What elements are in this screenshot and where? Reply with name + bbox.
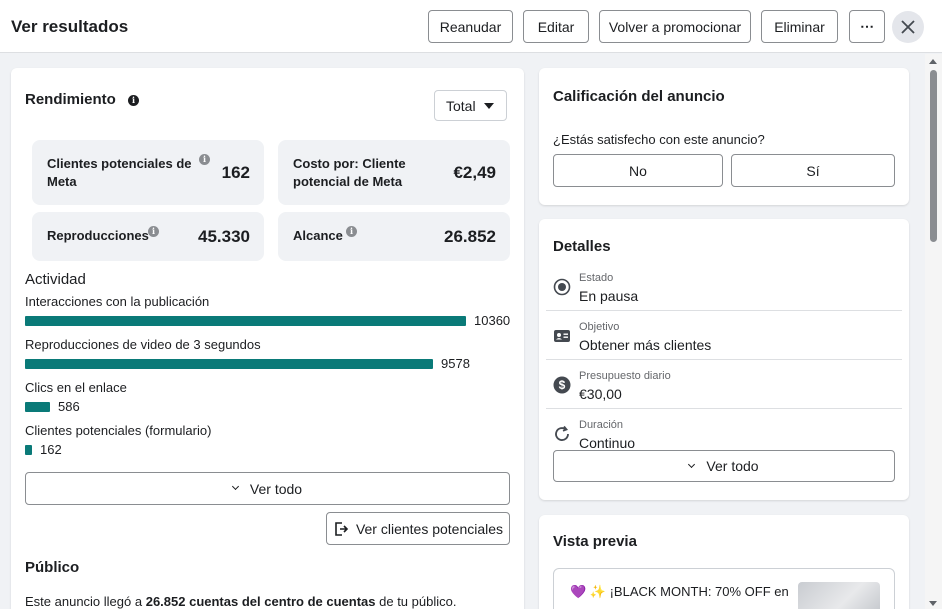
detail-label: Presupuesto diario [579, 370, 671, 382]
ad-preview-thumbnail [798, 582, 880, 609]
info-icon[interactable]: i [128, 95, 140, 106]
activity-bar [25, 445, 32, 455]
activity-bar-label: Interacciones con la publicación [25, 294, 210, 309]
svg-text:$: $ [559, 378, 566, 392]
scrollbar-thumb[interactable] [930, 70, 937, 242]
content-area: Rendimiento i Total Clientes potenciales… [0, 54, 942, 609]
preview-title: Vista previa [553, 533, 637, 550]
metric-value: €2,49 [453, 163, 496, 182]
activity-bar-label: Reproducciones de video de 3 segundos [25, 337, 261, 352]
see-all-label: Ver todo [706, 458, 759, 474]
activity-bar-value: 162 [40, 442, 62, 457]
metric-reach: Alcance i 26.852 [278, 212, 510, 261]
metric-label: Costo por: Cliente potencial de Meta [293, 156, 406, 189]
scroll-up-arrow-icon[interactable] [929, 59, 937, 64]
metric-label: Reproducciones [47, 228, 149, 243]
more-icon: ⋯ [860, 18, 874, 34]
see-leads-label: Ver clientes potenciales [355, 520, 504, 537]
rating-question: ¿Estás satisfecho con este anuncio? [553, 132, 765, 147]
close-button[interactable] [892, 11, 924, 43]
activity-bar-value: 9578 [441, 356, 470, 371]
audience-sentence: Este anuncio llegó a 26.852 cuentas del … [25, 594, 456, 609]
details-see-all-button[interactable]: Ver todo [553, 450, 895, 482]
activity-bar-value: 10360 [474, 313, 511, 328]
rating-no-button[interactable]: No [553, 154, 723, 187]
metric-leads: Clientes potenciales de Meta i 162 [32, 140, 264, 205]
activity-title: Actividad [25, 271, 86, 288]
performance-title: Rendimiento i [25, 91, 140, 108]
more-options-button[interactable]: ⋯ [849, 10, 885, 43]
chevron-down-icon [231, 482, 239, 491]
rating-title: Calificación del anuncio [553, 88, 725, 105]
audience-title: Público [25, 559, 80, 576]
metric-value: 45.330 [198, 227, 250, 246]
activity-bar [25, 402, 50, 412]
detail-row-status: Estado En pausa [546, 262, 902, 311]
audience-prefix: Este anuncio llegó a [25, 594, 143, 609]
delete-button[interactable]: Eliminar [761, 10, 838, 43]
details-title: Detalles [553, 238, 611, 255]
metric-plays: Reproducciones i 45.330 [32, 212, 264, 261]
detail-label: Estado [579, 272, 614, 284]
metric-label: Clientes potenciales de Meta [47, 156, 192, 189]
metric-label: Alcance [293, 228, 343, 243]
scrollbar[interactable] [925, 54, 942, 609]
activity-bar-label: Clics en el enlace [25, 380, 127, 395]
dropdown-value: Total [446, 97, 476, 114]
detail-value: €30,00 [579, 386, 622, 402]
refresh-icon [555, 425, 569, 441]
info-icon[interactable]: i [346, 226, 357, 237]
detail-value: Continuo [579, 435, 636, 451]
scroll-down-arrow-icon[interactable] [929, 601, 937, 606]
detail-value: Obtener más clientes [579, 337, 712, 353]
detail-label: Objetivo [579, 321, 620, 333]
performance-title-text: Rendimiento [25, 91, 116, 108]
metric-value: 26.852 [444, 227, 496, 246]
id-card-icon [554, 330, 570, 342]
audience-bold: 26.852 cuentas del centro de cuentas [145, 594, 376, 609]
detail-row-budget: $ Presupuesto diario €30,00 [546, 360, 902, 409]
info-icon[interactable]: i [199, 154, 210, 165]
info-icon[interactable]: i [148, 226, 159, 237]
total-dropdown[interactable]: Total [434, 90, 507, 121]
export-icon [335, 521, 349, 536]
activity-bar-value: 586 [58, 399, 80, 414]
header-bar: Ver resultados Reanudar Editar Volver a … [0, 0, 942, 53]
promote-again-button[interactable]: Volver a promocionar [599, 10, 751, 43]
performance-card: Rendimiento i Total Clientes potenciales… [11, 68, 524, 609]
detail-value: En pausa [579, 288, 639, 304]
ad-preview[interactable]: 💜 ✨ ¡BLACK MONTH: 70% OFF en [553, 568, 895, 609]
dollar-icon: $ [553, 376, 571, 394]
edit-button[interactable]: Editar [523, 10, 589, 43]
page-title: Ver resultados [11, 17, 129, 36]
activity-bar [25, 359, 433, 369]
detail-label: Duración [579, 419, 624, 431]
activity-bar [25, 316, 466, 326]
see-leads-button[interactable]: Ver clientes potenciales [326, 512, 510, 545]
audience-suffix: de tu público. [379, 594, 457, 609]
ad-preview-text: 💜 ✨ ¡BLACK MONTH: 70% OFF en [570, 584, 789, 599]
radio-icon [553, 278, 571, 296]
chevron-down-icon [688, 460, 696, 468]
caret-down-icon [484, 103, 494, 109]
rating-yes-button[interactable]: Sí [731, 154, 895, 187]
activity-see-all-button[interactable]: Ver todo [25, 472, 510, 505]
activity-bar-label: Clientes potenciales (formulario) [25, 423, 212, 438]
close-icon [901, 20, 915, 34]
rating-card: Calificación del anuncio ¿Estás satisfec… [539, 68, 909, 205]
resume-button[interactable]: Reanudar [428, 10, 513, 43]
metric-cost-per-lead: Costo por: Cliente potencial de Meta €2,… [278, 140, 510, 205]
see-all-label: Ver todo [249, 480, 303, 497]
detail-row-objective: Objetivo Obtener más clientes [546, 311, 902, 360]
metric-value: 162 [221, 163, 250, 182]
